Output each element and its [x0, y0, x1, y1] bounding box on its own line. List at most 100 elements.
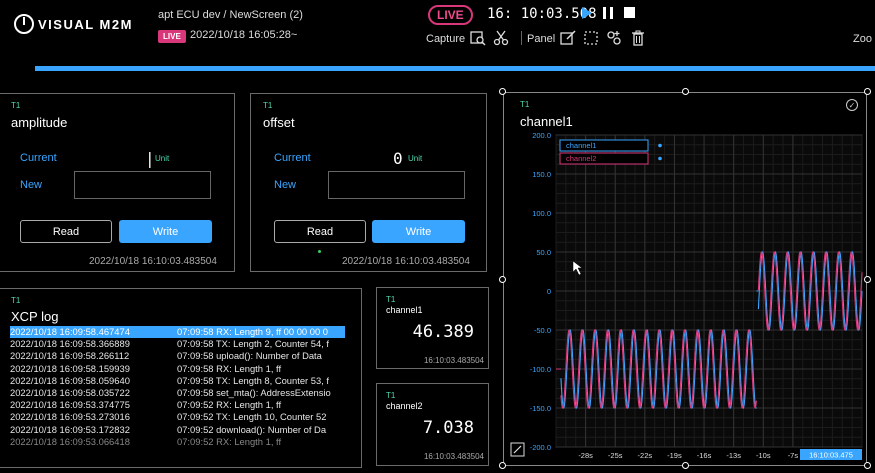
- panel-tag: T1: [386, 391, 396, 400]
- timeline-progress-bar[interactable]: [35, 66, 875, 71]
- current-label: Current: [20, 152, 57, 164]
- log-row[interactable]: 2022/10/18 16:09:53.172832 07:09:52 downl…: [10, 424, 345, 436]
- panel-title: amplitude: [11, 115, 68, 130]
- log-timestamp: 2022/10/18 16:09:53.273016: [10, 411, 130, 423]
- log-timestamp: 2022/10/18 16:09:58.266112: [10, 350, 130, 362]
- play-icon[interactable]: [582, 7, 592, 19]
- read-button[interactable]: Read: [274, 220, 366, 243]
- session-start-timestamp: 2022/10/18 16:05:28~: [190, 29, 298, 41]
- current-value: |: [145, 149, 155, 168]
- current-value: 0: [393, 149, 403, 168]
- panel-timestamp: 2022/10/18 16:10:03.483504: [342, 256, 470, 267]
- capture-label: Capture: [426, 33, 466, 45]
- log-row[interactable]: 2022/10/18 16:09:58.035722 07:09:58 set_m…: [10, 387, 345, 399]
- write-button[interactable]: Write: [119, 220, 212, 243]
- log-message: 07:09:58 TX: Length 8, Counter 53, f: [177, 374, 330, 386]
- live-toggle-button[interactable]: LIVE: [428, 5, 473, 25]
- new-label: New: [274, 179, 297, 191]
- group-settings-icon[interactable]: [606, 30, 622, 46]
- current-label: Current: [274, 152, 311, 164]
- timeline-progress-fill: [35, 66, 875, 71]
- stop-icon[interactable]: [624, 7, 635, 18]
- resize-handle-ne[interactable]: [864, 88, 871, 95]
- live-badge-small: LIVE: [158, 30, 186, 43]
- project-title[interactable]: apt ECU dev / NewScreen (2): [158, 9, 303, 21]
- panel-tag: T1: [520, 100, 530, 109]
- write-button[interactable]: Write: [372, 220, 465, 243]
- resize-handle-nw[interactable]: [499, 88, 506, 95]
- live-clock: 16: 10:03.508: [487, 6, 597, 22]
- log-timestamp: 2022/10/18 16:09:58.467474: [10, 326, 130, 337]
- panel-label: Panel: [527, 33, 556, 45]
- log-timestamp: 2022/10/18 16:09:58.035722: [10, 387, 130, 399]
- new-label: New: [20, 179, 43, 191]
- channel1-value: 46.389: [412, 322, 474, 342]
- resize-handle-s[interactable]: [682, 462, 689, 469]
- log-row[interactable]: 2022/10/18 16:09:58.366889 07:09:58 TX: L…: [10, 338, 345, 350]
- log-row[interactable]: 2022/10/18 16:09:58.266112 07:09:58 uploa…: [10, 350, 345, 362]
- edit-panel-icon[interactable]: [560, 30, 576, 46]
- log-message: 07:09:58 TX: Length 2, Counter 54, f: [177, 338, 330, 350]
- channel1-value-panel[interactable]: T1 channel1 46.389 16:10:03.483504: [376, 287, 489, 369]
- unit-label: Unit: [408, 154, 423, 163]
- check-circle-icon[interactable]: ✓: [846, 99, 858, 111]
- log-timestamp: 2022/10/18 16:09:58.366889: [10, 338, 130, 350]
- xcp-log-panel[interactable]: T1 XCP log 2022/10/18 16:09:58.467474 07:…: [0, 288, 362, 468]
- resize-handle-sw[interactable]: [499, 462, 506, 469]
- log-message: 07:09:52 TX: Length 10, Counter 52: [177, 411, 327, 423]
- log-row[interactable]: 2022/10/18 16:09:58.467474 07:09:58 RX: L…: [10, 326, 345, 339]
- panel-timestamp: 16:10:03.483504: [423, 356, 484, 365]
- channel2-value-panel[interactable]: T1 channel2 7.038 16:10:03.483504: [376, 383, 489, 466]
- read-button[interactable]: Read: [20, 220, 112, 243]
- unit-label: Unit: [155, 154, 170, 163]
- log-timestamp: 2022/10/18 16:09:53.374775: [10, 399, 130, 411]
- panel-title: XCP log: [11, 309, 59, 324]
- capture-search-icon[interactable]: [470, 30, 486, 46]
- log-row[interactable]: 2022/10/18 16:09:58.059640 07:09:58 TX: L…: [10, 375, 345, 387]
- new-value-input[interactable]: [74, 171, 211, 199]
- select-area-icon[interactable]: [583, 30, 599, 46]
- log-message: 07:09:52 RX: Length 1, ff: [177, 435, 282, 447]
- status-dot: [318, 250, 321, 253]
- amplitude-panel[interactable]: T1 amplitude Current | Unit New Read Wri…: [0, 93, 235, 272]
- log-message: 07:09:52 RX: Length 1, ff: [177, 399, 282, 411]
- zoom-label[interactable]: Zoo: [853, 33, 872, 45]
- scissors-icon[interactable]: [493, 30, 509, 46]
- resize-handle-e[interactable]: [864, 276, 871, 283]
- log-message: 07:09:58 upload(): Number of Data: [177, 350, 322, 362]
- log-list[interactable]: 2022/10/18 16:09:58.467474 07:09:58 RX: L…: [10, 326, 345, 448]
- resize-handle-n[interactable]: [682, 88, 689, 95]
- log-row[interactable]: 2022/10/18 16:09:58.159939 07:09:58 RX: L…: [10, 363, 345, 375]
- log-timestamp: 2022/10/18 16:09:53.172832: [10, 423, 130, 435]
- log-timestamp: 2022/10/18 16:09:58.059640: [10, 374, 130, 386]
- log-timestamp: 2022/10/18 16:09:53.066418: [10, 435, 130, 447]
- toolbar-divider: [521, 31, 522, 45]
- trash-icon[interactable]: [630, 30, 646, 46]
- panel-tag: T1: [386, 295, 396, 304]
- panel-tag: T1: [11, 296, 21, 305]
- log-row[interactable]: 2022/10/18 16:09:53.066418 07:09:52 RX: L…: [10, 436, 345, 448]
- panel-tag: T1: [263, 101, 273, 110]
- offset-panel[interactable]: T1 offset Current 0 Unit New Read Write …: [250, 93, 487, 272]
- log-message: 07:09:52 download(): Number of Da: [177, 423, 327, 435]
- channel2-value: 7.038: [422, 418, 474, 438]
- resize-handle-se[interactable]: [864, 462, 871, 469]
- panel-title: channel1: [520, 114, 573, 129]
- panel-title: channel1: [386, 305, 423, 315]
- panel-tag: T1: [11, 101, 21, 110]
- resize-handle-w[interactable]: [499, 276, 506, 283]
- log-message: 07:09:58 set_mta(): AddressExtensio: [177, 387, 331, 399]
- panel-title: offset: [263, 115, 295, 130]
- log-row[interactable]: 2022/10/18 16:09:53.374775 07:09:52 RX: L…: [10, 399, 345, 411]
- channel1-chart-panel[interactable]: T1 channel1 ✓: [503, 92, 867, 466]
- log-message: 07:09:58 RX: Length 1, ff: [177, 362, 282, 374]
- logo-power-icon: [14, 14, 34, 34]
- new-value-input[interactable]: [328, 171, 465, 199]
- panel-title: channel2: [386, 401, 423, 411]
- log-message: 07:09:58 RX: Length 9, ff 00 00 00 0: [177, 326, 328, 337]
- panel-timestamp: 16:10:03.483504: [423, 452, 484, 461]
- panel-timestamp: 2022/10/18 16:10:03.483504: [89, 256, 217, 267]
- pause-icon[interactable]: [603, 7, 613, 19]
- app-logo[interactable]: VISUAL M2M: [14, 14, 133, 34]
- log-row[interactable]: 2022/10/18 16:09:53.273016 07:09:52 TX: L…: [10, 411, 345, 423]
